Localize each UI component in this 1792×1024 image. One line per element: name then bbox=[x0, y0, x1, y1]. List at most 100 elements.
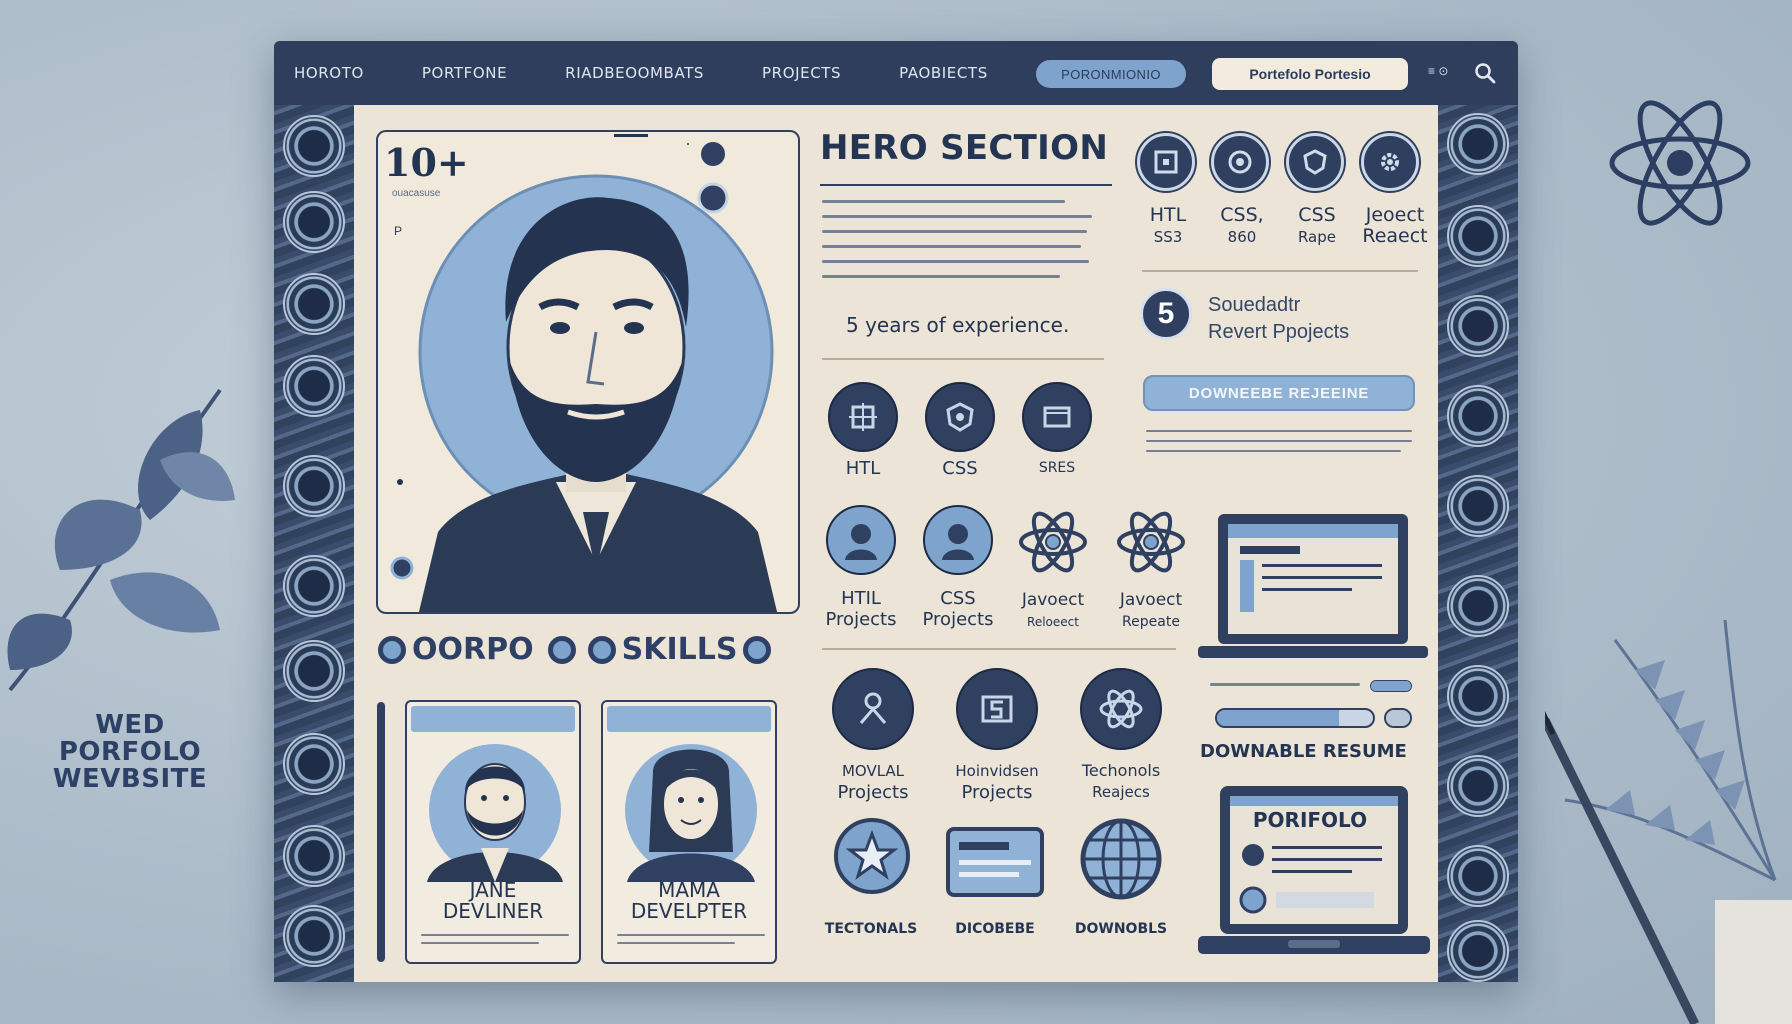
tech-css-button[interactable] bbox=[1211, 133, 1269, 191]
nav-item-objects[interactable]: PAOBIECTS bbox=[899, 64, 988, 82]
team-card[interactable]: MAMA DEVELPTER bbox=[601, 700, 777, 964]
laptop-preview bbox=[1198, 514, 1428, 658]
atom-icon[interactable] bbox=[1016, 505, 1090, 579]
tutorials-label: TECTONALS bbox=[824, 921, 918, 937]
ornament-icon bbox=[283, 733, 345, 795]
skill-manual-button[interactable] bbox=[832, 668, 914, 750]
tech-label-html: HTL SS3 bbox=[1149, 204, 1187, 247]
hero-count: 10+ bbox=[384, 140, 469, 185]
skills-header-left: OORPO bbox=[412, 632, 534, 667]
shield-icon bbox=[1303, 149, 1327, 175]
ring-dot-icon bbox=[378, 635, 406, 664]
skill-label: Techonols Reajecs bbox=[1081, 761, 1161, 801]
experience-text: 5 years of experience. bbox=[846, 313, 1070, 337]
team-card[interactable]: JANE DEVLINER bbox=[405, 700, 581, 964]
tech-react-button[interactable] bbox=[1361, 133, 1419, 191]
team-member-name: JANE DEVLINER bbox=[442, 878, 544, 923]
scrollbar[interactable] bbox=[377, 702, 385, 962]
ornament-icon bbox=[283, 191, 345, 253]
nav-menu-toggle[interactable]: ≡ ⊙ bbox=[1428, 64, 1448, 78]
ring-dot-icon bbox=[743, 635, 772, 664]
portfolio-screen-title: PORIFOLO bbox=[1252, 808, 1368, 832]
person-icon bbox=[942, 524, 974, 560]
ornament-icon bbox=[283, 825, 345, 887]
hero-section-title: HERO SECTION bbox=[820, 128, 1109, 168]
portfolio-button[interactable]: Portefolo Portesio bbox=[1212, 58, 1408, 90]
site-title-line-3: WEVBSITE bbox=[52, 764, 208, 794]
ornament-icon bbox=[283, 555, 345, 617]
tech-shield-button[interactable] bbox=[1286, 133, 1344, 191]
discover-label: DICOBEBE bbox=[955, 921, 1035, 937]
hero-count-caption: ouacasuse bbox=[392, 188, 441, 199]
ornament-icon bbox=[1447, 845, 1509, 907]
ornament-icon bbox=[283, 355, 345, 417]
hero-side-glyph: P bbox=[394, 224, 403, 238]
nav-pill-button[interactable]: PORONMIONIO bbox=[1036, 60, 1186, 88]
avatar bbox=[625, 744, 757, 882]
progress-handle[interactable] bbox=[1370, 680, 1412, 692]
tech-label-shield: CSS Rape bbox=[1297, 204, 1337, 247]
atom-icon[interactable] bbox=[1114, 505, 1188, 579]
skill-label: SRES bbox=[1038, 460, 1076, 476]
ornament-icon bbox=[1447, 665, 1509, 727]
person-outline-icon bbox=[859, 692, 887, 724]
ornament-icon bbox=[1447, 575, 1509, 637]
progress-handle[interactable] bbox=[1384, 708, 1412, 728]
skill-individual-button[interactable] bbox=[956, 668, 1038, 750]
skill-css-button[interactable] bbox=[925, 382, 995, 452]
star-icon[interactable] bbox=[832, 816, 912, 896]
globe-icon[interactable] bbox=[1078, 816, 1164, 902]
downloadable-resume-label: DOWNABLE RESUME bbox=[1200, 741, 1407, 762]
card-icon[interactable] bbox=[945, 826, 1045, 898]
skill-label: MOVLAL Projects bbox=[837, 762, 909, 803]
search-icon[interactable] bbox=[1474, 62, 1496, 84]
skill-window-button[interactable] bbox=[1022, 382, 1092, 452]
skill-tech-button[interactable] bbox=[1080, 668, 1162, 750]
divider bbox=[822, 358, 1104, 360]
skill-label: Javoect Repeate bbox=[1119, 590, 1183, 630]
team-member-bio bbox=[617, 934, 765, 956]
tech-html-button[interactable] bbox=[1137, 133, 1195, 191]
skill-html-button[interactable] bbox=[828, 382, 898, 452]
projects-count-line-1: Souedadtr bbox=[1208, 294, 1301, 316]
site-title-line-2: PORFOLO bbox=[58, 737, 202, 767]
tech-label-react: Jeoect Reaect bbox=[1362, 204, 1428, 247]
downloads-label: DOWNOBLS bbox=[1074, 921, 1168, 937]
ring-dot-icon bbox=[547, 635, 576, 664]
nav-item-portfolio[interactable]: PORTFONE bbox=[422, 64, 507, 82]
ring-dot-icon bbox=[587, 635, 616, 664]
css-shield-icon bbox=[946, 402, 974, 432]
nav-item-home[interactable]: HOROTO bbox=[294, 64, 364, 82]
ornament-icon bbox=[283, 273, 345, 335]
ornament-icon bbox=[283, 905, 345, 967]
skills-header: OORPO SKILLS bbox=[372, 632, 777, 667]
projects-count-text: Souedadtr Revert Ppojects bbox=[1208, 292, 1349, 346]
profile-portrait bbox=[390, 134, 778, 612]
skill-css-projects-button[interactable] bbox=[923, 505, 993, 575]
site-title: WED PORFOLO WEVBSITE bbox=[30, 712, 230, 793]
projects-count-line-2: Revert Ppojects bbox=[1208, 321, 1350, 343]
window-icon bbox=[1043, 406, 1071, 428]
team-member-name: MAMA DEVELPTER bbox=[630, 878, 748, 923]
skill-label: Hoinvidsen Projects bbox=[955, 762, 1039, 803]
ornament-icon bbox=[1447, 295, 1509, 357]
nav-item-achievements[interactable]: RIADBEOOMBATS bbox=[565, 64, 704, 82]
nav-item-projects[interactable]: PROJECTS bbox=[762, 64, 841, 82]
atom-icon bbox=[1099, 689, 1143, 729]
avatar bbox=[427, 744, 563, 882]
download-resume-button[interactable]: DOWNEEBE REJEEINE bbox=[1143, 375, 1415, 411]
hero-description bbox=[822, 200, 1092, 290]
ornament-icon bbox=[1447, 113, 1509, 175]
team-card-header bbox=[411, 706, 575, 732]
divider bbox=[822, 648, 1176, 650]
left-ornament-column bbox=[274, 105, 354, 982]
ornament-icon bbox=[1447, 205, 1509, 267]
team-member-bio bbox=[421, 934, 569, 956]
person-icon bbox=[845, 524, 877, 560]
skills-header-right: SKILLS bbox=[621, 632, 738, 667]
ornament-icon bbox=[283, 640, 345, 702]
html-box-icon bbox=[849, 403, 877, 431]
ornament-icon bbox=[1447, 920, 1509, 982]
skill-html-projects-button[interactable] bbox=[826, 505, 896, 575]
site-title-line-1: WED bbox=[95, 710, 165, 740]
